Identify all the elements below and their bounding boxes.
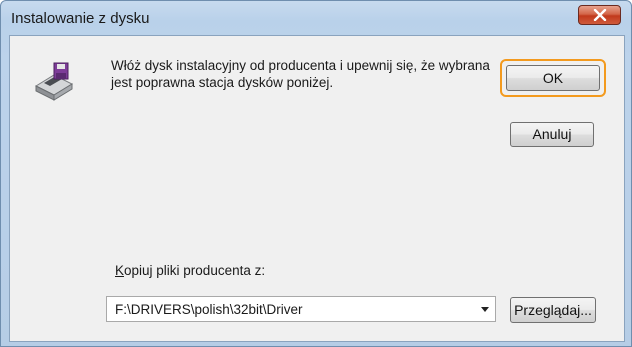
dropdown-button[interactable] <box>475 297 495 321</box>
copy-files-label-text: opiuj pliki producenta z: <box>124 263 266 278</box>
chevron-down-icon <box>481 307 489 312</box>
close-icon <box>593 9 607 21</box>
cancel-button[interactable]: Anuluj <box>510 122 594 147</box>
install-from-disk-dialog: Instalowanie z dysku Włóż dysk instalacy… <box>0 0 632 347</box>
dialog-content: Włóż dysk instalacyjny od producenta i u… <box>9 35 625 342</box>
ok-button[interactable]: OK <box>506 65 600 91</box>
copy-files-label: Kopiuj pliki producenta z: <box>115 263 265 278</box>
floppy-disk-drive-icon <box>34 62 74 101</box>
instruction-message: Włóż dysk instalacyjny od producenta i u… <box>111 58 490 90</box>
source-path-value: F:\DRIVERS\polish\32bit\Driver <box>115 302 303 317</box>
close-button[interactable] <box>578 5 621 25</box>
source-path-combobox[interactable]: F:\DRIVERS\polish\32bit\Driver <box>106 296 496 322</box>
browse-button[interactable]: Przeglądaj... <box>510 297 596 323</box>
window-title: Instalowanie z dysku <box>11 10 150 27</box>
title-bar[interactable]: Instalowanie z dysku <box>1 1 631 35</box>
copy-files-label-mnemonic: K <box>115 263 125 278</box>
